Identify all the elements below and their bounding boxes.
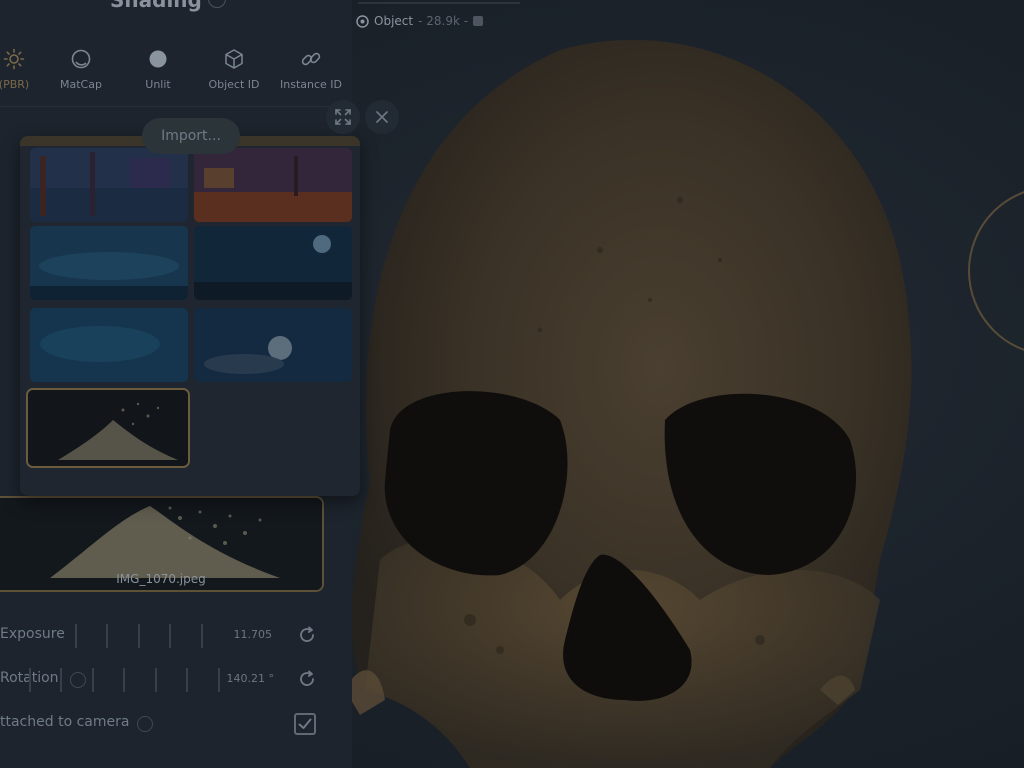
expand-icon xyxy=(335,109,351,125)
checkmark-icon xyxy=(298,718,312,729)
object-name: Object xyxy=(374,14,414,28)
thumbnail-image xyxy=(30,148,188,222)
environment-picker xyxy=(20,136,360,496)
exposure-slider[interactable] xyxy=(0,622,230,650)
env-thumbnail[interactable] xyxy=(194,148,352,222)
mode-bar-divider xyxy=(0,106,352,107)
thumbnail-image xyxy=(30,226,188,300)
mode-matcap[interactable]: MatCap xyxy=(41,48,121,98)
rotation-slider[interactable] xyxy=(0,666,230,694)
panel-title: Shading xyxy=(110,0,202,12)
rotation-value[interactable]: 140.21 ° xyxy=(227,672,275,685)
env-thumbnail[interactable] xyxy=(194,308,352,382)
mode-label: MatCap xyxy=(60,78,102,91)
exposure-value[interactable]: 11.705 xyxy=(234,628,273,641)
env-thumbnail[interactable] xyxy=(30,148,188,222)
thumbnail-image xyxy=(28,390,188,466)
object-stats: - 28.9k - xyxy=(418,14,469,28)
preview-filename: IMG_1070.jpeg xyxy=(116,572,206,586)
help-icon[interactable] xyxy=(137,716,153,732)
mode-label: Instance ID xyxy=(280,78,342,91)
env-thumbnail-selected[interactable] xyxy=(26,388,190,468)
reset-icon[interactable] xyxy=(296,668,318,690)
attached-camera-checkbox[interactable] xyxy=(294,713,316,735)
attached-camera-row: ttached to camera xyxy=(0,710,330,738)
env-thumbnail[interactable] xyxy=(30,226,188,300)
mode-unlit[interactable]: Unlit xyxy=(118,48,198,98)
sun-icon xyxy=(3,48,25,70)
mode-label: Object ID xyxy=(208,78,260,91)
exposure-row: Exposure 11.705 xyxy=(0,622,330,650)
link-icon xyxy=(301,52,321,66)
import-button[interactable]: Import... xyxy=(142,118,240,154)
thumbnail-image xyxy=(30,308,188,382)
mode-object-id[interactable]: Object ID xyxy=(194,48,274,98)
fullscreen-button[interactable] xyxy=(326,100,360,134)
help-icon[interactable] xyxy=(208,0,226,8)
viewport-top-divider xyxy=(358,2,520,4)
filled-circle-icon xyxy=(149,50,167,68)
rotation-row: Rotation 140.21 ° xyxy=(0,666,330,694)
shading-mode-bar: (PBR) MatCap Unlit Object ID Instance ID xyxy=(0,40,352,106)
thumbnail-image xyxy=(194,226,352,300)
object-color-swatch[interactable] xyxy=(473,16,484,26)
env-thumbnail[interactable] xyxy=(194,226,352,300)
mode-label: Unlit xyxy=(145,78,171,91)
reset-icon[interactable] xyxy=(296,624,318,646)
thumbnail-image xyxy=(194,308,352,382)
environment-preview[interactable]: IMG_1070.jpeg xyxy=(0,496,324,592)
env-thumbnail[interactable] xyxy=(30,308,188,382)
thumbnail-image xyxy=(194,148,352,222)
attached-camera-label: ttached to camera xyxy=(0,714,130,730)
close-button[interactable] xyxy=(365,100,399,134)
mode-instance-id[interactable]: Instance ID xyxy=(271,48,351,98)
cube-icon xyxy=(225,49,243,69)
object-info-label: Object - 28.9k - xyxy=(356,12,484,30)
mode-label: (PBR) xyxy=(0,78,30,91)
object-icon xyxy=(356,14,369,28)
matcap-sphere-icon xyxy=(71,49,91,69)
close-icon xyxy=(376,111,388,123)
